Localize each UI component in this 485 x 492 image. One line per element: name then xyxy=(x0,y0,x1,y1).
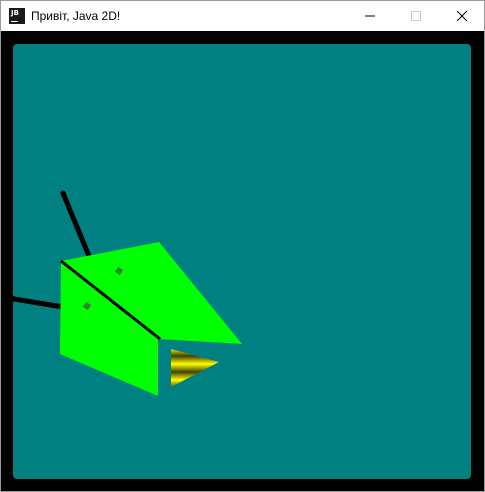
gradient-beak-shape xyxy=(171,349,219,387)
close-button[interactable] xyxy=(439,1,485,31)
title-bar[interactable]: JB Привіт, Java 2D! xyxy=(1,1,484,31)
java2d-drawing xyxy=(13,190,242,396)
close-icon xyxy=(457,11,467,21)
window-title: Привіт, Java 2D! xyxy=(31,9,121,23)
app-icon-text: JB xyxy=(11,9,19,17)
drawing-canvas[interactable] xyxy=(13,44,471,479)
maximize-icon xyxy=(411,11,421,21)
window-client-area xyxy=(1,31,484,491)
maximize-button[interactable] xyxy=(393,1,439,31)
antenna-top-line xyxy=(60,190,92,259)
minimize-button[interactable] xyxy=(347,1,393,31)
minimize-icon xyxy=(365,15,375,17)
antenna-left-line xyxy=(13,296,66,310)
green-body-shape xyxy=(60,242,242,396)
java-app-icon: JB xyxy=(9,8,25,24)
app-window: JB Привіт, Java 2D! xyxy=(0,0,485,492)
